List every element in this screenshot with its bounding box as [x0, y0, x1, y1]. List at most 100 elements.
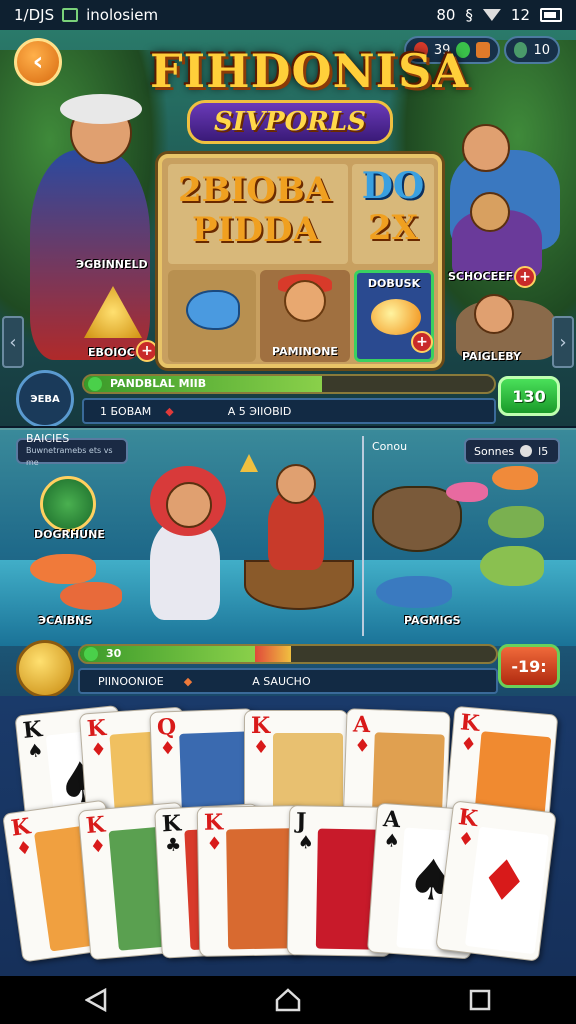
card-rank: Q	[156, 713, 177, 741]
card-suit-icon: ♦	[14, 837, 34, 861]
reel-symbol-fish[interactable]	[168, 270, 256, 362]
add-bonus-button[interactable]: +	[411, 331, 433, 353]
nav-back-button[interactable]	[76, 980, 116, 1020]
status-right-number: 80	[436, 6, 456, 24]
card-suit-icon: ♦	[159, 737, 177, 760]
card-rank: J	[295, 808, 307, 835]
green-token-icon[interactable]	[40, 476, 96, 532]
orange-fish-icon	[30, 554, 96, 584]
energy-count: 10	[533, 42, 550, 58]
playing-card[interactable]: ♦ K ♦	[435, 800, 557, 962]
top-info-row: 1 БOBAM ◆ A 5 ЭIIOBID	[82, 398, 496, 424]
card-suit-icon: ♠	[297, 832, 314, 854]
next-arrow-button[interactable]: ›	[552, 316, 574, 368]
battery-icon	[540, 8, 562, 22]
card-rank: K	[456, 804, 480, 833]
status-right-battery: 12	[510, 6, 530, 24]
reel-text-area: 2BIOBA PIDDA	[168, 164, 348, 264]
reel-multiplier: 2X	[367, 208, 419, 248]
card-rank: K	[251, 713, 271, 739]
gold-coin-button[interactable]	[16, 640, 74, 696]
green-fish-icon	[488, 506, 544, 538]
add-right-button[interactable]: +	[514, 266, 536, 288]
status-bar: 1/DJS inolosiem 80 § 12	[0, 0, 576, 30]
orange-fish-icon-3	[492, 466, 538, 490]
fishing-progress-bar: 30	[78, 644, 498, 664]
card-center-suit-icon: ♦	[475, 846, 533, 917]
navigation-bar	[0, 976, 576, 1024]
card-suit-icon: ♦	[88, 835, 107, 858]
slot-panel: ‹ 39 10 FIHDONISA SIVPORLS ЭGBINNELD EBO…	[0, 30, 576, 426]
score-tag[interactable]: Sonnes l5	[464, 438, 560, 464]
card-rank: K	[203, 809, 224, 836]
wizard-hair	[60, 94, 142, 124]
left-symbol-label: EBOIOC	[88, 346, 135, 359]
back-triangle-icon	[85, 988, 107, 1012]
bait-icon	[240, 454, 258, 472]
top-progress-bar: PANDBLAL MIIB	[82, 374, 496, 394]
elf-head	[462, 124, 510, 172]
card-suit-icon: ♣	[164, 834, 182, 857]
back-button[interactable]: ‹	[14, 38, 62, 86]
target-icon	[520, 445, 533, 457]
fishing-orb-icon	[84, 647, 98, 661]
reel-do: DO	[361, 165, 425, 207]
signal-icon: §	[465, 6, 473, 24]
back-arrow-icon: ‹	[32, 47, 44, 77]
notification-icon	[62, 8, 79, 22]
card-rank: K	[459, 709, 481, 737]
nav-recents-button[interactable]	[460, 980, 500, 1020]
spin-value: 130	[512, 386, 546, 406]
character-face-icon	[284, 280, 326, 322]
card-suit-icon: ♦	[353, 735, 371, 758]
logo-subtitle: SIVPORLS	[187, 100, 393, 144]
globe-icon	[514, 42, 528, 58]
progress-orb-icon	[88, 377, 102, 391]
recents-square-icon	[469, 989, 491, 1011]
card-suit-icon: ♠	[26, 740, 45, 763]
top-progress-label: PANDBLAL MIIB	[110, 377, 207, 390]
home-icon	[275, 988, 301, 1012]
panel-divider	[362, 436, 364, 636]
fishing-status-row: 30 PIINOONIOE ◆ A SAUCHO -19:	[16, 640, 560, 696]
fire-orb-icon	[371, 299, 421, 335]
orange-fish-icon-2	[60, 582, 122, 610]
reel-symbol-character[interactable]: PAMINONE	[260, 270, 350, 362]
right-character-label: SCHOCEEF	[448, 270, 514, 283]
pink-fish-icon	[446, 482, 488, 502]
symbol-2-label: PAMINONE	[272, 345, 338, 358]
shield-badge[interactable]: ЭEBA	[16, 370, 74, 426]
lute-character-head	[470, 192, 510, 232]
fish-label-left: ЭCAIBNS	[38, 614, 93, 627]
card-rank: K	[21, 716, 44, 744]
card-rank: K	[161, 810, 182, 838]
fishing-progress-marker	[254, 646, 291, 662]
symbol-3-label: DOBUSK	[367, 277, 421, 290]
token-label: DOGRHUNE	[34, 528, 105, 541]
score-value: l5	[538, 444, 549, 458]
nav-home-button[interactable]	[268, 980, 308, 1020]
shield-label: ЭEBA	[30, 393, 60, 405]
add-left-button[interactable]: +	[136, 340, 158, 362]
card-rank: K	[9, 813, 32, 842]
fisher-face	[166, 482, 212, 528]
event-tag[interactable]: BAICIES Buwnetramebs ets vs me	[16, 433, 128, 467]
fishing-panel: BAICIES Buwnetramebs ets vs me Conou Son…	[0, 428, 576, 696]
status-app-text: inolosiem	[86, 6, 159, 24]
fishing-info-1: PIINOONIOE	[98, 674, 164, 688]
top-info-1: 1 БOBAM	[100, 404, 152, 418]
timer-button[interactable]: -19:	[498, 644, 560, 688]
card-rank: A	[352, 711, 371, 739]
boost-icon	[476, 42, 490, 58]
resource-pill-energy[interactable]: 10	[504, 36, 560, 64]
flame-icon: ◆	[183, 674, 193, 688]
timer-value: -19:	[511, 656, 547, 676]
top-info-2: A 5 ЭIIOBID	[227, 404, 292, 418]
reel-symbol-bonus[interactable]: DOBUSK +	[354, 270, 434, 362]
spin-value-button[interactable]: 130	[498, 376, 560, 416]
game-logo: FIHDONISA SIVPORLS	[150, 44, 468, 144]
card-rank: K	[84, 811, 107, 840]
fishing-info-2: A SAUCHO	[252, 674, 311, 688]
fish-label-right: PAGMIGS	[404, 614, 461, 627]
prev-arrow-button[interactable]: ‹	[2, 316, 24, 368]
